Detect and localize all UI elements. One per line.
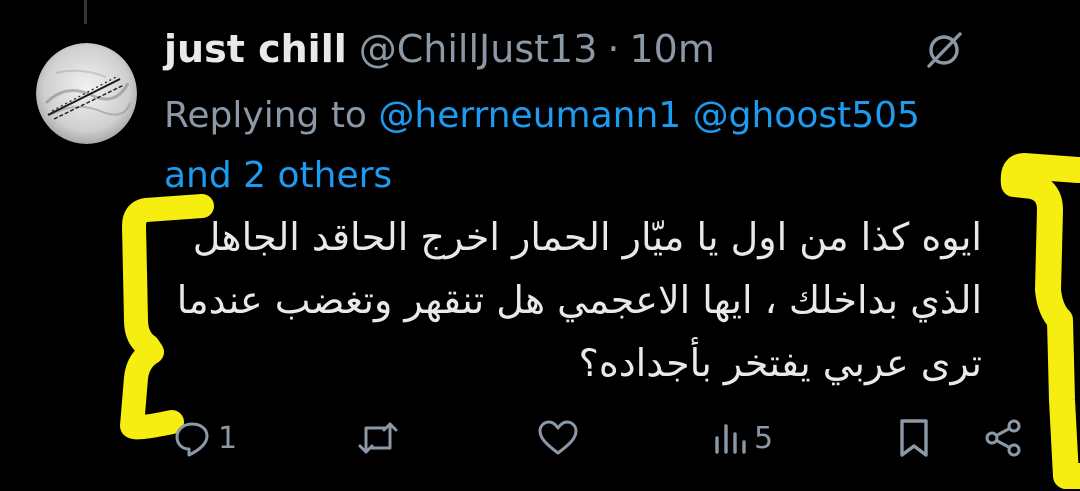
grok-icon[interactable] (922, 28, 966, 72)
heart-icon (538, 420, 578, 455)
like-button[interactable] (536, 414, 586, 462)
retweet-button[interactable] (356, 414, 406, 462)
replying-to: Replying to @herrneumann1 @ghoost505 and… (164, 86, 1044, 206)
tweet-text-line: ايوه كذا من اول يا ميّار الحمار اخرج الح… (192, 215, 982, 259)
display-name[interactable]: just chill (164, 27, 347, 71)
separator-dot: · (607, 27, 620, 71)
mention-link[interactable]: @herrneumann1 (378, 95, 681, 136)
views-button[interactable]: 5 (712, 414, 773, 462)
reply-icon (175, 422, 209, 457)
tweet-header: just chill @ChillJust13 · 10m (164, 24, 715, 74)
user-handle[interactable]: @ChillJust13 (359, 27, 598, 71)
thread-line (84, 0, 87, 24)
retweet-icon (358, 422, 398, 454)
bookmark-icon (900, 419, 928, 457)
tweet-text-line: ترى عربي يفتخر بأجداده؟ (578, 341, 982, 385)
reply-button[interactable]: 1 (172, 414, 237, 462)
views-icon (715, 424, 746, 454)
timestamp[interactable]: 10m (629, 27, 714, 71)
reply-count: 1 (218, 420, 238, 456)
avatar[interactable] (36, 43, 137, 144)
mention-link[interactable]: @ghoost505 (693, 95, 920, 136)
tweet-text: ايوه كذا من اول يا ميّار الحمار اخرج الح… (120, 206, 982, 395)
views-count: 5 (754, 420, 774, 456)
bookmark-button[interactable] (896, 414, 932, 462)
replying-prefix: Replying to (164, 95, 367, 136)
others-link[interactable]: and 2 others (164, 155, 392, 196)
share-icon (985, 419, 1021, 457)
share-button[interactable] (982, 414, 1024, 462)
tweet-text-line: الذي بداخلك ، ايها الاعجمي هل تنقهر وتغض… (176, 278, 982, 322)
